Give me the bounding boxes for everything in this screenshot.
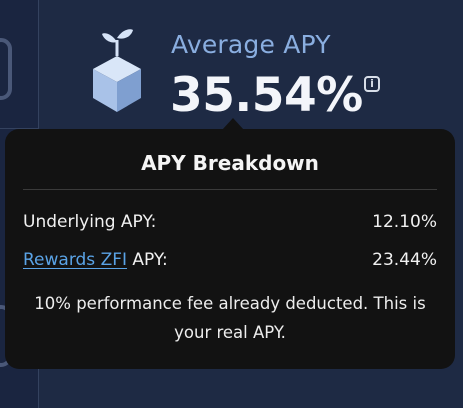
underlying-apy-label: Underlying APY: [23, 212, 157, 232]
performance-fee-note: 10% performance fee already deducted. Th… [34, 294, 426, 342]
underlying-apy-value: 12.10% [372, 212, 437, 232]
info-icon[interactable]: i [364, 76, 380, 92]
rewards-apy-suffix: APY: [127, 250, 168, 270]
rewards-apy-value: 23.44% [372, 250, 437, 270]
rewards-apy-row: Rewards ZFI APY: 23.44% [23, 250, 437, 274]
sprout-cube-icon [86, 22, 148, 118]
tooltip-title: APY Breakdown [141, 151, 319, 175]
average-apy-value: 35.54% [170, 68, 363, 123]
rewards-zfi-link[interactable]: Rewards ZFI [23, 250, 127, 270]
apy-breakdown-tooltip: APY Breakdown Underlying APY: 12.10% Rew… [5, 129, 455, 369]
partial-glyph-top [0, 38, 12, 100]
rewards-apy-label: Rewards ZFI APY: [23, 250, 168, 270]
average-apy-label: Average APY [171, 30, 331, 59]
underlying-apy-row: Underlying APY: 12.10% [23, 212, 437, 236]
tooltip-separator [23, 189, 437, 190]
